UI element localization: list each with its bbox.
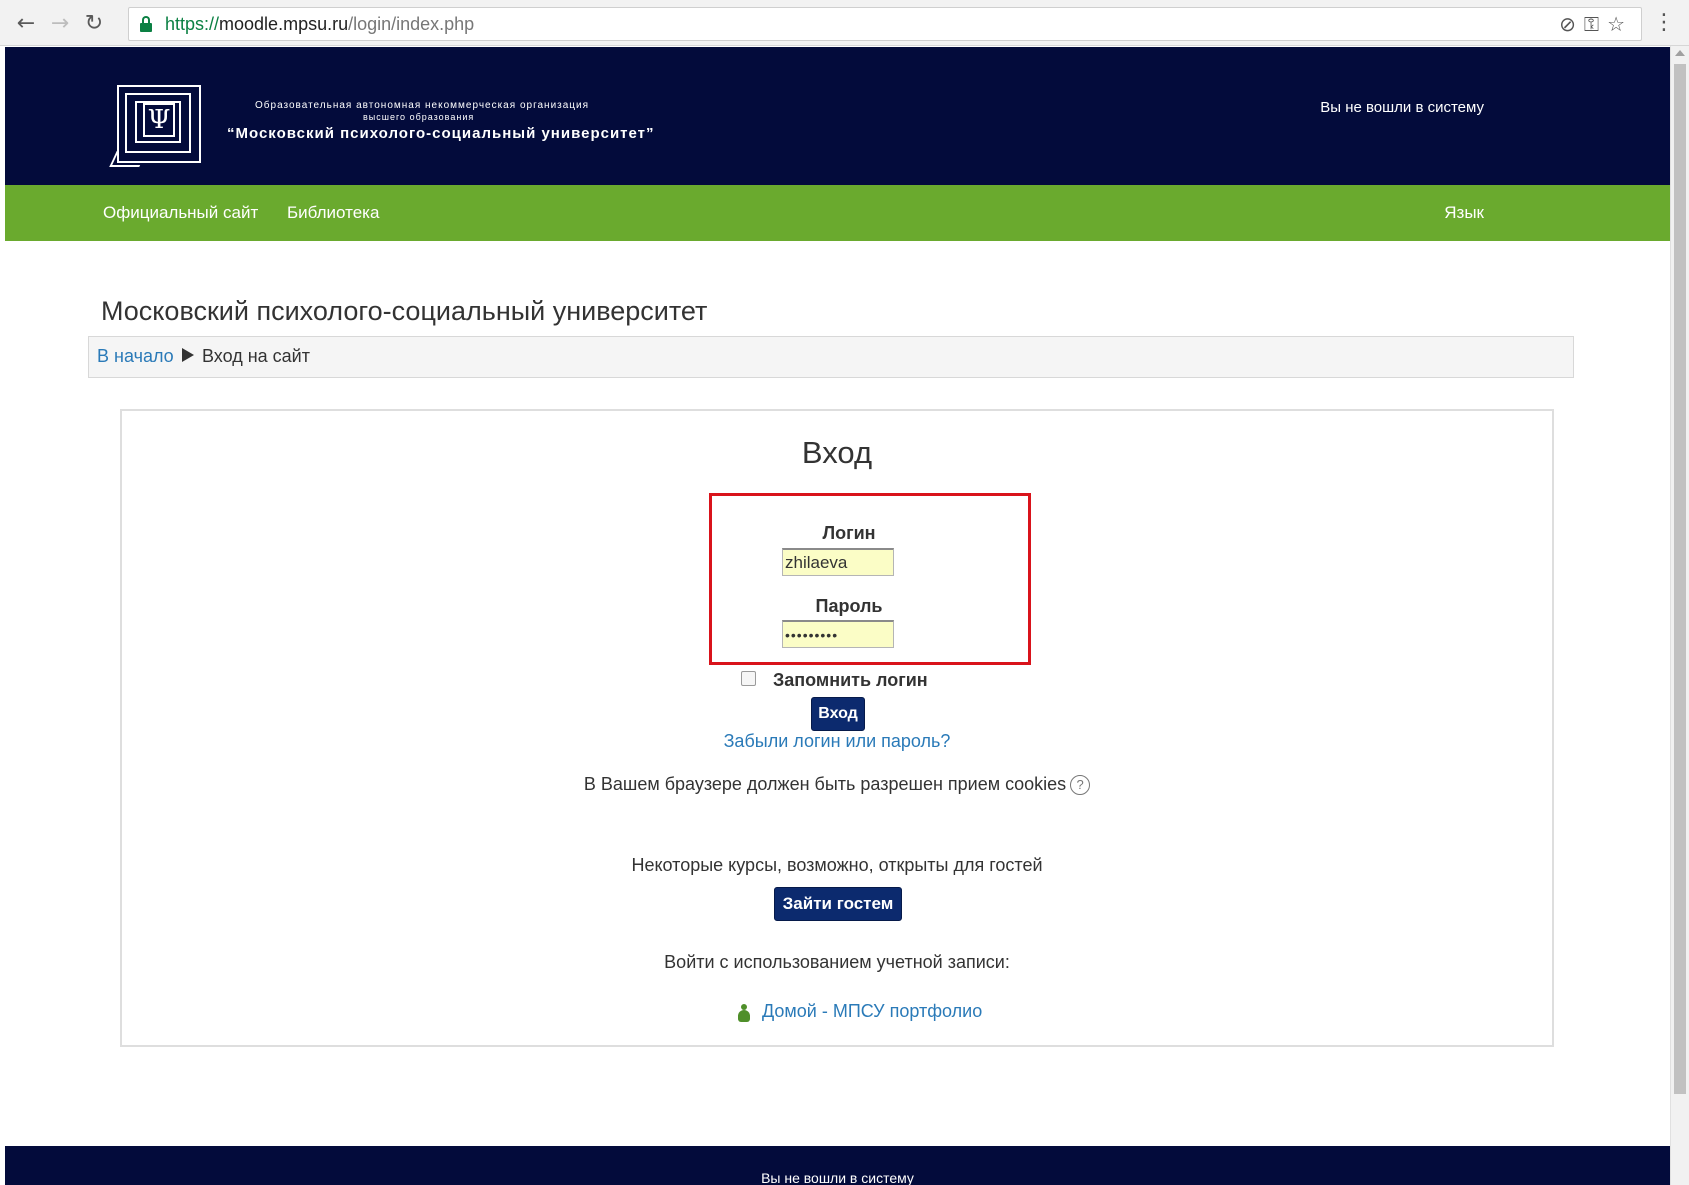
lock-icon xyxy=(139,16,153,32)
breadcrumb-home-link[interactable]: В начало xyxy=(97,346,174,367)
address-bar[interactable]: https://moodle.mpsu.ru/login/index.php ⊘… xyxy=(128,7,1642,41)
username-input[interactable] xyxy=(782,548,894,576)
cookies-notice: В Вашем браузере должен быть разрешен пр… xyxy=(122,774,1552,796)
username-label: Логин xyxy=(822,523,876,543)
help-icon[interactable]: ? xyxy=(1070,775,1091,796)
university-logo[interactable]: Ψ xyxy=(109,85,201,169)
breadcrumb-current: Вход на сайт xyxy=(202,346,310,366)
footer-login-status: Вы не вошли в систему xyxy=(761,1170,914,1185)
breadcrumb: В начало Вход на сайт xyxy=(88,336,1574,378)
user-icon xyxy=(738,1004,750,1022)
remember-username-checkbox[interactable] xyxy=(741,671,756,686)
remember-username-label[interactable]: Запомнить логин xyxy=(773,670,928,691)
login-status: Вы не вошли в систему xyxy=(1320,99,1484,116)
breadcrumb-separator-icon xyxy=(182,348,194,362)
browser-menu-icon[interactable]: ⋮ xyxy=(1653,10,1675,35)
psi-emblem-icon: Ψ xyxy=(143,103,175,137)
login-button[interactable]: Вход xyxy=(811,697,865,731)
password-input[interactable] xyxy=(782,620,894,648)
password-label: Пароль xyxy=(815,596,883,616)
nav-language-menu[interactable]: Язык xyxy=(1444,203,1484,223)
nav-library[interactable]: Библиотека xyxy=(287,203,379,223)
page-title: Московский психолого-социальный универси… xyxy=(101,296,708,326)
identity-provider-notice: Войти с использованием учетной записи: xyxy=(664,952,1010,972)
reload-icon[interactable]: ↻ xyxy=(80,10,108,38)
guest-access-notice: Некоторые курсы, возможно, открыты для г… xyxy=(631,855,1043,875)
url-scheme: https:// xyxy=(165,14,220,34)
main-navbar: Официальный сайт Библиотека Язык xyxy=(5,185,1670,241)
forward-arrow-icon[interactable]: → xyxy=(46,10,74,38)
guest-login-button[interactable]: Зайти гостем xyxy=(774,887,902,921)
scroll-thumb[interactable] xyxy=(1674,64,1686,1094)
url-path: /login/index.php xyxy=(348,14,475,34)
cookies-notice-text: В Вашем браузере должен быть разрешен пр… xyxy=(583,774,1067,794)
bookmark-star-icon[interactable]: ☆ xyxy=(1607,12,1633,36)
site-header: Ψ Образовательная автономная некоммерчес… xyxy=(5,47,1670,185)
org-name: “Московский психолого-социальный универс… xyxy=(227,125,655,142)
identity-provider-link[interactable]: Домой - МПСУ портфолио xyxy=(762,1001,982,1022)
login-panel: Вход Логин Пароль Запомнить логин Вход З… xyxy=(120,409,1554,1047)
login-heading: Вход xyxy=(801,435,873,470)
vertical-scrollbar[interactable] xyxy=(1670,46,1689,1185)
scroll-up-arrow-icon[interactable] xyxy=(1675,50,1685,56)
org-level-line: высшего образования xyxy=(363,112,475,122)
key-icon[interactable]: ⚿ xyxy=(1584,12,1607,36)
forgot-password-link: Забыли логин или пароль? xyxy=(122,731,1552,752)
url-host: moodle.mpsu.ru xyxy=(219,14,349,34)
url-text: https://moodle.mpsu.ru/login/index.php xyxy=(165,14,474,35)
address-bar-icons: ⊘⚿☆ xyxy=(1559,12,1633,36)
back-arrow-icon[interactable]: ← xyxy=(12,10,40,38)
site-footer: Вы не вошли в систему xyxy=(5,1146,1670,1185)
cookie-blocked-icon[interactable]: ⊘ xyxy=(1559,12,1584,36)
org-type-line: Образовательная автономная некоммерческа… xyxy=(255,100,590,111)
nav-official-site[interactable]: Официальный сайт xyxy=(103,203,258,223)
forgot-password-link-text[interactable]: Забыли логин или пароль? xyxy=(724,731,951,751)
browser-toolbar: ← → ↻ https://moodle.mpsu.ru/login/index… xyxy=(0,0,1689,46)
